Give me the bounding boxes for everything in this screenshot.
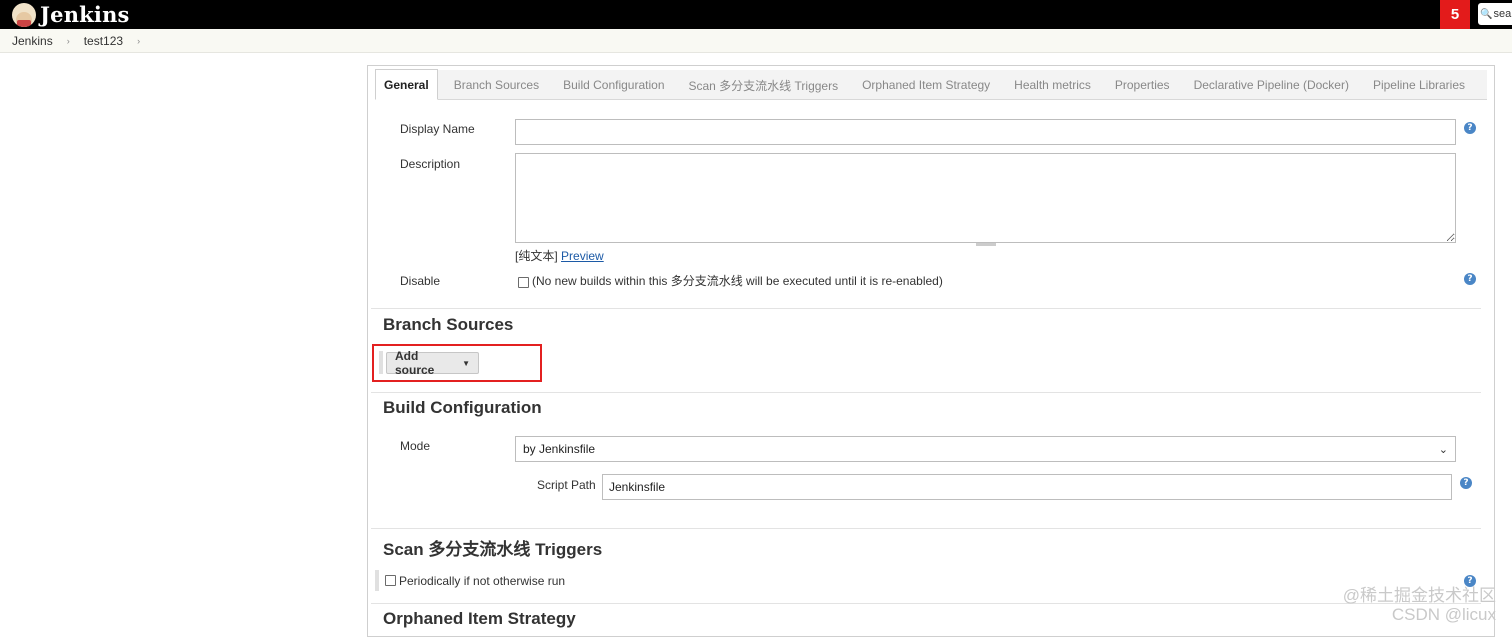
display-name-input[interactable] — [515, 119, 1456, 145]
chevron-right-icon[interactable]: › — [137, 36, 140, 46]
help-icon[interactable]: ? — [1464, 273, 1476, 285]
watermark-line-1: @稀土掘金技术社区 — [1342, 586, 1496, 605]
watermark: @稀土掘金技术社区 CSDN @licux — [1300, 586, 1496, 624]
search-icon: 🔍 — [1480, 8, 1493, 20]
description-format-row: [纯文本] Preview — [515, 247, 604, 264]
chevron-right-icon[interactable]: › — [67, 36, 70, 46]
section-bar — [375, 570, 379, 591]
mode-select[interactable]: by Jenkinsfile ⌄ — [515, 436, 1456, 462]
section-divider — [371, 392, 1481, 393]
periodic-label: Periodically if not otherwise run — [399, 574, 566, 588]
description-textarea[interactable] — [515, 153, 1456, 243]
disable-checkbox[interactable] — [518, 277, 529, 288]
tab-properties[interactable]: Properties — [1107, 71, 1178, 99]
textarea-resize-grip[interactable] — [976, 243, 996, 246]
build-configuration-title: Build Configuration — [383, 398, 542, 417]
app-title: Jenkins — [40, 2, 130, 27]
notification-badge[interactable]: 5 — [1440, 0, 1470, 29]
disable-note: (No new builds within this 多分支流水线 will b… — [532, 274, 943, 288]
help-icon[interactable]: ? — [1460, 477, 1472, 489]
breadcrumb-item-jenkins[interactable]: Jenkins — [12, 34, 53, 48]
branch-sources-title: Branch Sources — [383, 315, 514, 334]
config-tabs: General Branch Sources Build Configurati… — [375, 69, 1487, 100]
tab-build-configuration[interactable]: Build Configuration — [555, 71, 672, 99]
top-header: Jenkins 5 🔍 sea — [0, 0, 1512, 29]
mode-label: Mode — [400, 439, 431, 453]
tab-declarative-pipeline-docker[interactable]: Declarative Pipeline (Docker) — [1186, 71, 1357, 99]
highlight-box — [372, 344, 542, 382]
orphaned-item-strategy-title: Orphaned Item Strategy — [383, 609, 576, 628]
help-icon[interactable]: ? — [1464, 122, 1476, 134]
tab-orphaned-item-strategy[interactable]: Orphaned Item Strategy — [854, 71, 998, 99]
tab-pipeline-libraries[interactable]: Pipeline Libraries — [1365, 71, 1473, 99]
periodic-checkbox[interactable] — [385, 575, 396, 586]
search-box[interactable]: 🔍 sea — [1478, 3, 1512, 25]
jenkins-logo[interactable]: Jenkins — [12, 1, 130, 28]
mode-select-value: by Jenkinsfile — [523, 442, 596, 456]
format-text: [纯文本] — [515, 249, 558, 263]
description-label: Description — [400, 157, 461, 171]
search-placeholder: sea — [1493, 8, 1512, 20]
disable-label: Disable — [400, 274, 441, 288]
tab-scan-triggers[interactable]: Scan 多分支流水线 Triggers — [681, 71, 847, 99]
watermark-line-2: CSDN @licux — [1391, 605, 1496, 624]
section-divider — [371, 528, 1481, 529]
display-name-label: Display Name — [400, 122, 475, 136]
chevron-down-icon: ⌄ — [1438, 443, 1448, 456]
breadcrumb: Jenkins › test123 › — [0, 29, 1512, 53]
section-divider — [371, 308, 1481, 309]
script-path-label: Script Path — [537, 478, 596, 492]
scan-triggers-title: Scan 多分支流水线 Triggers — [383, 540, 603, 559]
breadcrumb-item-test123[interactable]: test123 — [84, 34, 123, 48]
tab-general[interactable]: General — [375, 69, 438, 100]
preview-link[interactable]: Preview — [561, 249, 604, 263]
jenkins-butler-icon — [12, 2, 36, 27]
tab-health-metrics[interactable]: Health metrics — [1006, 71, 1099, 99]
tab-branch-sources[interactable]: Branch Sources — [446, 71, 547, 99]
script-path-input[interactable] — [602, 474, 1452, 500]
